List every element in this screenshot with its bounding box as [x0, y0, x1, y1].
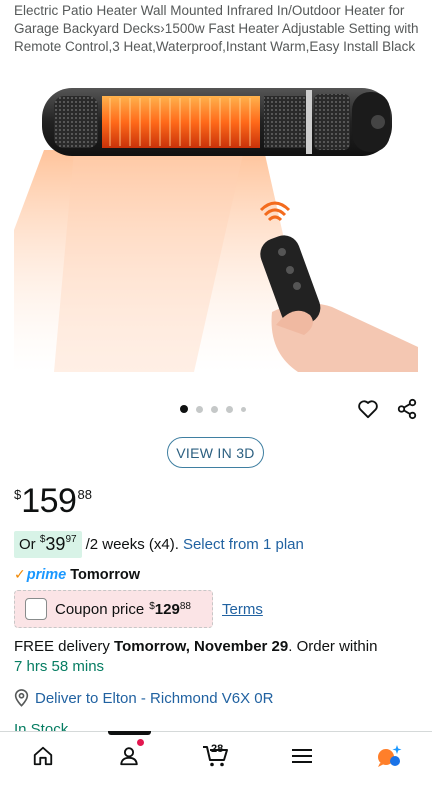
nav-account-icon[interactable] — [109, 742, 149, 770]
prime-delivery-day: Tomorrow — [70, 566, 141, 583]
nav-home-icon[interactable] — [23, 742, 63, 770]
pagination-dot[interactable] — [226, 405, 233, 413]
bottom-navigation-bar: 28 — [0, 731, 432, 801]
view-in-3d-button[interactable]: VIEW IN 3D — [167, 437, 264, 468]
coupon-terms-link[interactable]: Terms — [222, 601, 263, 618]
heater-product-illustration — [14, 88, 418, 372]
location-pin-icon — [14, 689, 29, 707]
cart-count-badge: 28 — [211, 743, 224, 755]
delivery-order-within: . Order within — [288, 638, 378, 655]
active-tab-indicator — [108, 731, 151, 735]
installment-price-chip: Or $39 97 — [14, 531, 82, 558]
prime-check-icon: ✓ — [14, 566, 26, 582]
share-icon[interactable] — [395, 397, 419, 421]
installment-fraction: 97 — [65, 534, 77, 545]
pagination-dot[interactable] — [196, 405, 203, 413]
installment-offer: Or $39 97 /2 weeks (x4). Select from 1 pl… — [14, 531, 304, 558]
coupon-whole: 129 — [154, 600, 180, 618]
delivery-prefix: FREE delivery — [14, 638, 115, 655]
image-pagination-dots[interactable] — [180, 405, 246, 413]
price-fraction: 88 — [77, 487, 92, 502]
nav-rufus-assistant-icon[interactable] — [369, 742, 409, 770]
coupon-currency: $ — [149, 600, 155, 612]
coupon-checkbox[interactable] — [25, 598, 47, 620]
product-title: Electric Patio Heater Wall Mounted Infra… — [14, 3, 419, 54]
installment-whole: 39 — [45, 534, 66, 554]
select-plan-link[interactable]: Select from 1 plan — [183, 536, 304, 553]
product-price: $ 159 88 — [14, 482, 92, 520]
coupon-label: Coupon price — [55, 600, 145, 618]
delivery-date: Tomorrow, November 29 — [114, 638, 289, 655]
deliver-to-text[interactable]: Deliver to Elton - Richmond V6X 0R — [35, 690, 273, 707]
coupon-box[interactable]: Coupon price $12988 — [14, 590, 213, 628]
delivery-countdown: 7 hrs 58 mins — [14, 658, 105, 675]
product-image[interactable] — [14, 80, 418, 372]
deliver-to-location[interactable]: Deliver to Elton - Richmond V6X 0R — [14, 689, 273, 707]
coupon-price: $12988 — [149, 601, 191, 618]
wishlist-heart-icon[interactable] — [356, 397, 380, 421]
installment-prefix: Or — [19, 536, 40, 553]
price-currency-symbol: $ — [14, 487, 22, 502]
prime-logo: prime — [26, 566, 67, 583]
pagination-dot[interactable] — [211, 405, 218, 413]
prime-delivery-row: ✓ prime Tomorrow — [14, 566, 140, 583]
account-notification-dot — [137, 739, 144, 746]
nav-menu-icon[interactable] — [282, 742, 322, 770]
coupon-fraction: 88 — [179, 600, 191, 612]
installment-currency: $ — [39, 534, 46, 545]
delivery-info: FREE delivery Tomorrow, November 29. Ord… — [14, 637, 424, 677]
pagination-dot[interactable] — [241, 406, 246, 412]
pagination-dot[interactable] — [180, 405, 188, 413]
price-whole: 159 — [21, 482, 77, 520]
installment-terms: /2 weeks (x4). — [85, 536, 179, 553]
